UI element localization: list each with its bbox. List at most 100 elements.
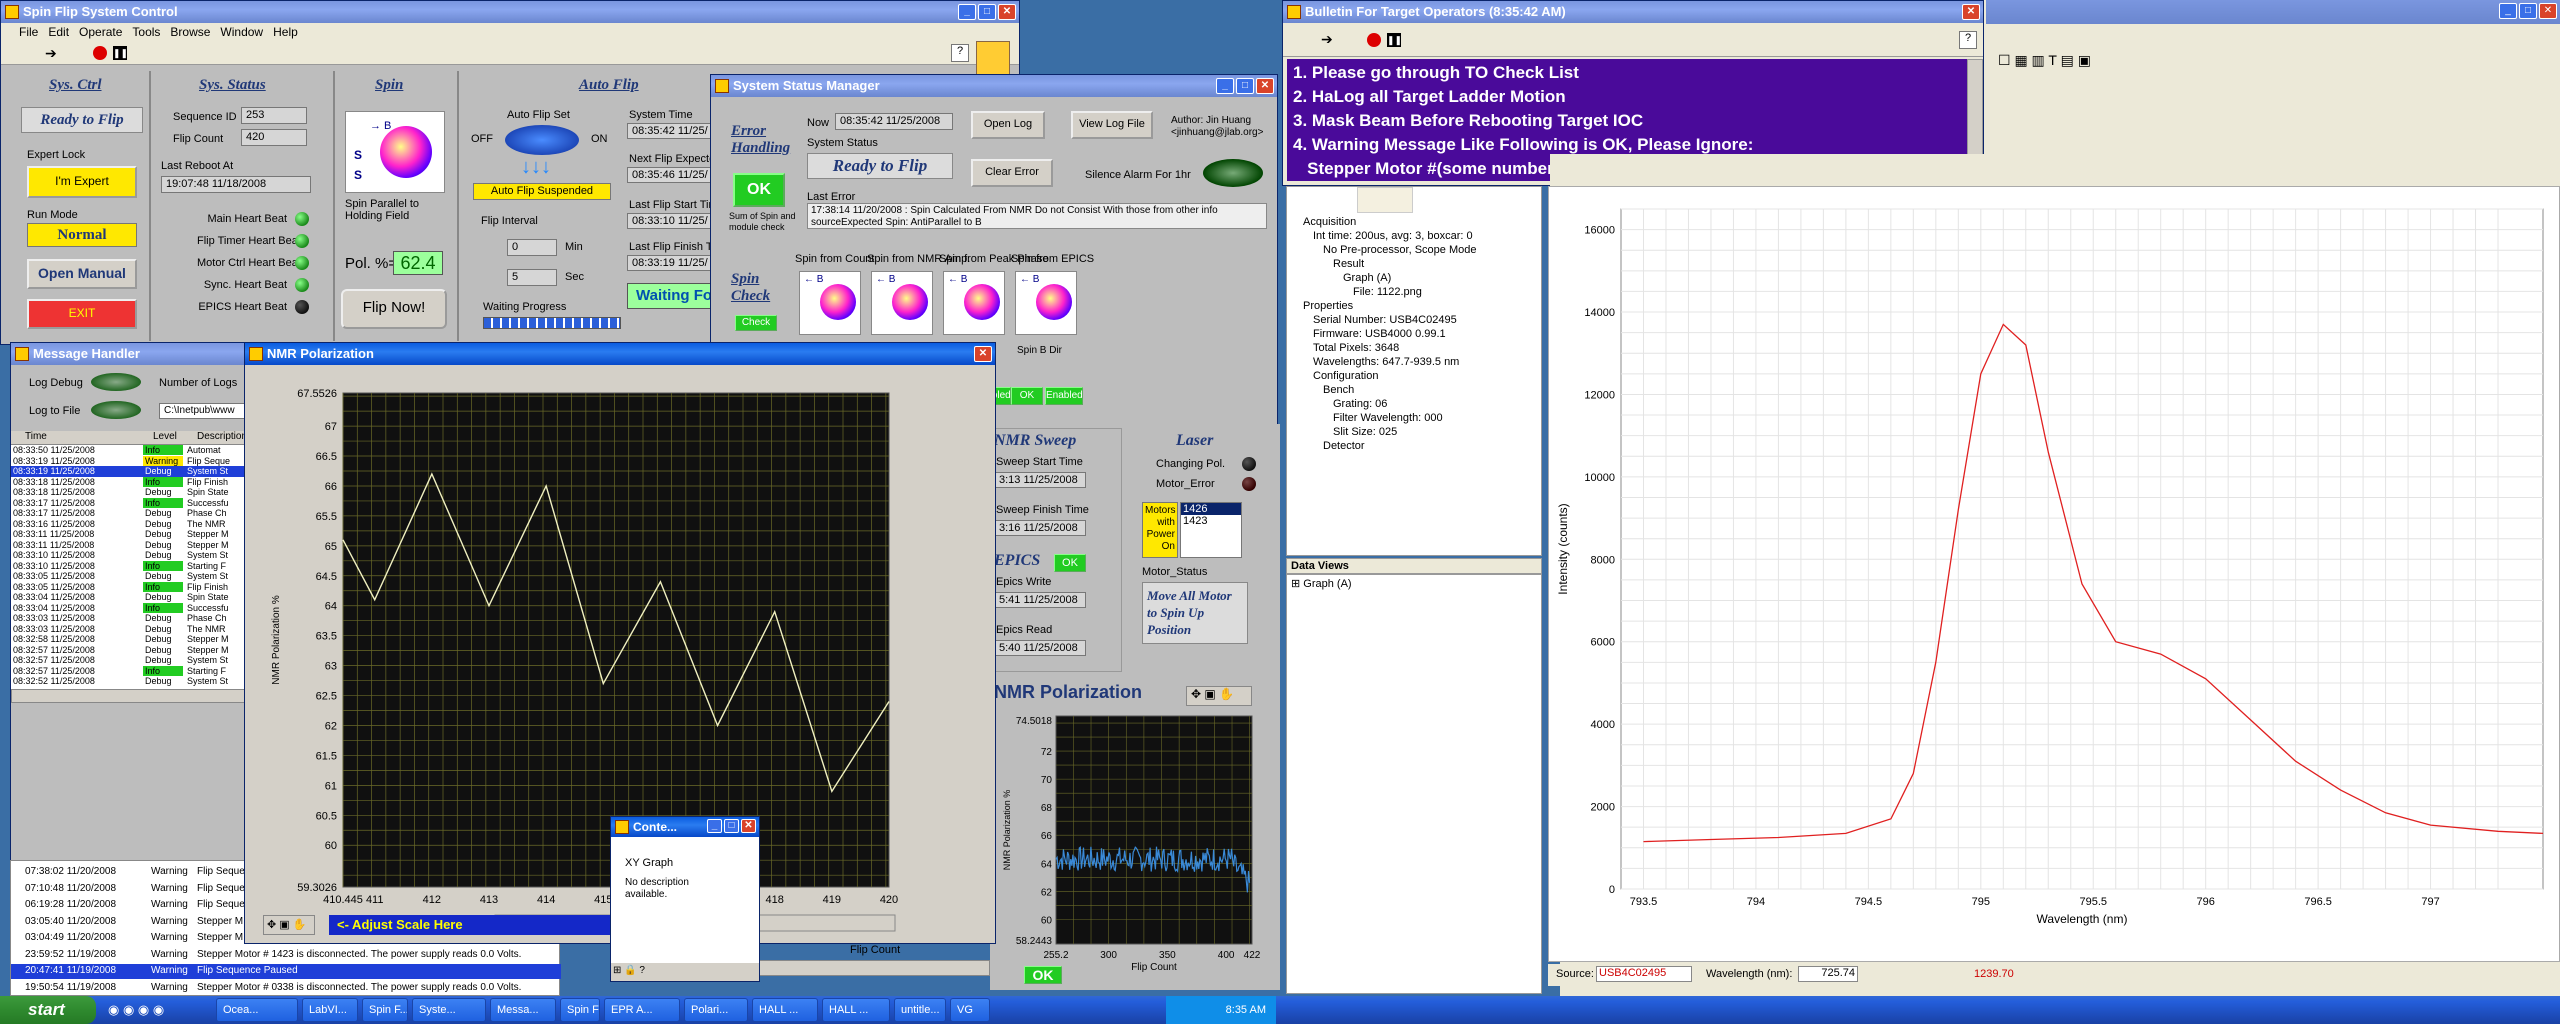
menu-item-browse[interactable]: Browse bbox=[170, 23, 210, 41]
table-row[interactable]: 08:33:03 11/25/2008 Debug The NMR bbox=[11, 624, 249, 635]
taskbar-button[interactable]: LabVI... bbox=[302, 998, 358, 1022]
table-row[interactable]: 19:50:54 11/19/2008 Warning Stepper Motor … bbox=[11, 981, 561, 996]
table-row[interactable]: 08:33:11 11/25/2008 Debug Stepper M bbox=[11, 529, 249, 540]
close-button[interactable]: ✕ bbox=[1962, 4, 1980, 20]
silence-alarm-toggle[interactable] bbox=[1203, 159, 1263, 187]
table-row[interactable]: 08:32:57 11/25/2008 Info Starting F bbox=[11, 665, 249, 677]
table-row[interactable]: 08:33:19 11/25/2008 Warning Flip Seque bbox=[11, 455, 249, 467]
taskbar-button[interactable]: Spin Flip bbox=[560, 998, 600, 1022]
minimize-button[interactable]: _ bbox=[707, 819, 722, 833]
source-select[interactable]: USB4C02495 bbox=[1596, 966, 1692, 982]
toolbar-icon[interactable]: ☐ ▦ ▥ T ▤ ▣ bbox=[1998, 52, 2091, 69]
abort-icon[interactable] bbox=[1367, 33, 1381, 47]
tree-item[interactable]: Int time: 200us, avg: 3, boxcar: 0 bbox=[1303, 229, 1476, 243]
spectra-titlebar[interactable]: _ □ ✕ bbox=[1986, 0, 2560, 24]
maximize-button[interactable]: □ bbox=[978, 4, 996, 20]
taskbar-button[interactable]: untitle... bbox=[894, 998, 946, 1022]
help-icon[interactable]: ? bbox=[951, 44, 969, 62]
start-button[interactable]: start bbox=[0, 996, 96, 1024]
menu-item-help[interactable]: Help bbox=[273, 23, 298, 41]
taskbar-button[interactable]: EPR A... bbox=[604, 998, 680, 1022]
taskbar-button[interactable]: HALL ... bbox=[822, 998, 890, 1022]
close-button[interactable]: ✕ bbox=[998, 4, 1016, 20]
close-button[interactable]: ✕ bbox=[1256, 78, 1274, 94]
clear-error-button[interactable]: Clear Error bbox=[971, 159, 1053, 187]
table-row[interactable]: 08:33:18 11/25/2008 Info Flip Finish bbox=[11, 476, 249, 488]
tree-item[interactable]: Acquisition bbox=[1303, 215, 1476, 229]
table-row[interactable]: 08:33:04 11/25/2008 Info Successfu bbox=[11, 602, 249, 614]
maximize-button[interactable]: □ bbox=[1236, 78, 1254, 94]
list-item[interactable]: 1423 bbox=[1181, 515, 1241, 527]
auto-flip-toggle[interactable] bbox=[505, 125, 579, 155]
run-mode-select[interactable]: Normal bbox=[27, 223, 137, 247]
tree-item[interactable]: Wavelengths: 647.7-939.5 nm bbox=[1303, 355, 1476, 369]
quick-launch-icons[interactable]: ◉ ◉ ◉ ◉ bbox=[108, 1002, 164, 1018]
expert-button[interactable]: I'm Expert bbox=[27, 166, 137, 198]
maximize-button[interactable]: □ bbox=[724, 819, 739, 833]
list-item[interactable]: 1426 bbox=[1181, 503, 1241, 515]
taskbar-button[interactable]: Syste... bbox=[412, 998, 486, 1022]
taskbar-button[interactable]: Ocea... bbox=[216, 998, 298, 1022]
open-log-button[interactable]: Open Log bbox=[971, 111, 1045, 139]
table-row[interactable]: 08:33:50 11/25/2008 Info Automat bbox=[11, 445, 249, 456]
tree-item[interactable]: Result bbox=[1303, 257, 1476, 271]
graph-palette[interactable]: ✥ ▣ ✋ bbox=[263, 915, 315, 935]
nmr-polarization-titlebar[interactable]: NMR Polarization ✕ bbox=[245, 343, 995, 365]
table-row[interactable]: 08:33:19 11/25/2008 Debug System St bbox=[11, 466, 249, 477]
menu-item-tools[interactable]: Tools bbox=[132, 23, 160, 41]
tree-item[interactable]: Serial Number: USB4C02495 bbox=[1303, 313, 1476, 327]
view-log-file-button[interactable]: View Log File bbox=[1071, 111, 1153, 139]
data-views-item[interactable]: ⊞ Graph (A) bbox=[1291, 577, 1352, 591]
log-path-input[interactable]: C:\Inetpub\www bbox=[159, 403, 249, 419]
tree-item[interactable]: Filter Wavelength: 000 bbox=[1303, 411, 1476, 425]
spin-enabled-toggle[interactable]: Enabled bbox=[1045, 387, 1083, 405]
minimize-button[interactable]: _ bbox=[2499, 3, 2517, 19]
table-row[interactable]: 08:33:11 11/25/2008 Debug Stepper M bbox=[11, 540, 249, 551]
tree-item[interactable]: File: 1122.png bbox=[1303, 285, 1476, 299]
tree-item[interactable]: Detector bbox=[1303, 439, 1476, 453]
menu-item-operate[interactable]: Operate bbox=[79, 23, 122, 41]
table-row[interactable]: 23:59:52 11/19/2008 Warning Stepper Motor … bbox=[11, 948, 561, 963]
table-row[interactable]: 08:33:03 11/25/2008 Debug Phase Ch bbox=[11, 613, 249, 624]
spin-control-titlebar[interactable]: Spin Flip System Control _ □ ✕ bbox=[1, 1, 1019, 23]
table-row[interactable]: 08:32:52 11/25/2008 Debug System St bbox=[11, 676, 249, 687]
log-scrollbar[interactable] bbox=[11, 689, 249, 703]
minimize-button[interactable]: _ bbox=[1216, 78, 1234, 94]
close-button[interactable]: ✕ bbox=[974, 346, 992, 362]
run-arrow-icon[interactable]: ➔ bbox=[1321, 31, 1333, 48]
log-table[interactable]: 08:33:50 11/25/2008 Info Automat 08:33:19 1… bbox=[11, 445, 249, 689]
table-row[interactable]: 08:33:17 11/25/2008 Info Successfu bbox=[11, 497, 249, 509]
minimize-button[interactable]: _ bbox=[958, 4, 976, 20]
tree-item[interactable]: Properties bbox=[1303, 299, 1476, 313]
table-row[interactable]: 20:47:41 11/19/2008 Warning Flip Sequence … bbox=[11, 964, 561, 979]
min-input[interactable]: 0 bbox=[507, 239, 557, 256]
maximize-button[interactable]: □ bbox=[2519, 3, 2537, 19]
tree-item[interactable]: Bench bbox=[1303, 383, 1476, 397]
context-help-titlebar[interactable]: Conte... _ □ ✕ bbox=[611, 817, 759, 837]
menu-item-edit[interactable]: Edit bbox=[48, 23, 69, 41]
motor-list[interactable]: 1426 1423 bbox=[1180, 502, 1242, 558]
table-row[interactable]: 08:33:10 11/25/2008 Info Starting F bbox=[11, 560, 249, 572]
close-button[interactable]: ✕ bbox=[741, 819, 756, 833]
open-manual-button[interactable]: Open Manual bbox=[27, 259, 137, 289]
tree-item[interactable]: No Pre-processor, Scope Mode bbox=[1303, 243, 1476, 257]
table-row[interactable]: 08:33:17 11/25/2008 Debug Phase Ch bbox=[11, 508, 249, 519]
table-row[interactable]: 08:33:10 11/25/2008 Debug System St bbox=[11, 550, 249, 561]
taskbar-button[interactable]: HALL ... bbox=[752, 998, 818, 1022]
taskbar-button[interactable]: Spin F... bbox=[362, 998, 408, 1022]
wavelength-input[interactable]: 725.74 bbox=[1798, 966, 1858, 982]
taskbar-button[interactable]: Messa... bbox=[490, 998, 556, 1022]
taskbar-button[interactable]: Polari... bbox=[684, 998, 748, 1022]
tree-item[interactable]: Total Pixels: 3648 bbox=[1303, 341, 1476, 355]
menu-item-window[interactable]: Window bbox=[220, 23, 263, 41]
table-row[interactable]: 08:33:16 11/25/2008 Debug The NMR bbox=[11, 519, 249, 530]
column-header[interactable]: Description bbox=[197, 431, 247, 442]
message-handler-titlebar[interactable]: Message Handler bbox=[11, 343, 249, 365]
table-row[interactable]: 08:33:04 11/25/2008 Debug Spin State bbox=[11, 592, 249, 603]
error-ok-button[interactable]: OK bbox=[733, 173, 785, 207]
tree-item[interactable]: Graph (A) bbox=[1303, 271, 1476, 285]
ok-bottom-button[interactable]: OK bbox=[1024, 966, 1062, 984]
pause-icon[interactable]: ❚❚ bbox=[113, 46, 128, 60]
abort-icon[interactable] bbox=[93, 46, 107, 60]
bulletin-titlebar[interactable]: Bulletin For Target Operators (8:35:42 A… bbox=[1283, 1, 1983, 23]
